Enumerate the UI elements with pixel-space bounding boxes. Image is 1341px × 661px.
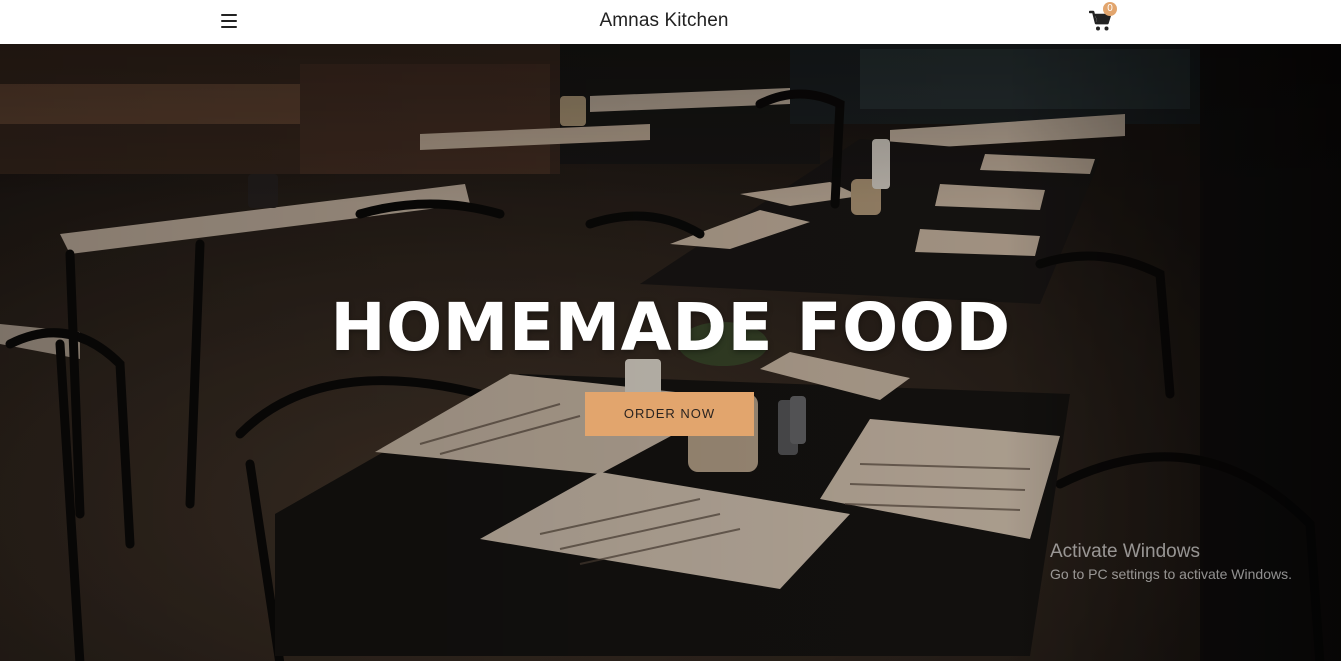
cart-button[interactable]: 0: [1088, 2, 1117, 35]
watermark-title: Activate Windows: [1050, 541, 1200, 562]
top-navbar: Amnas Kitchen 0: [0, 0, 1341, 44]
site-brand[interactable]: Amnas Kitchen: [0, 0, 1328, 42]
activate-windows-watermark: Activate Windows Go to PC settings to ac…: [1050, 540, 1292, 584]
hero-title: HOMEMADE FOOD: [330, 289, 1011, 366]
watermark-subtitle: Go to PC settings to activate Windows.: [1050, 566, 1292, 582]
order-now-button[interactable]: ORDER NOW: [585, 392, 754, 436]
cart-count-badge: 0: [1103, 2, 1117, 16]
